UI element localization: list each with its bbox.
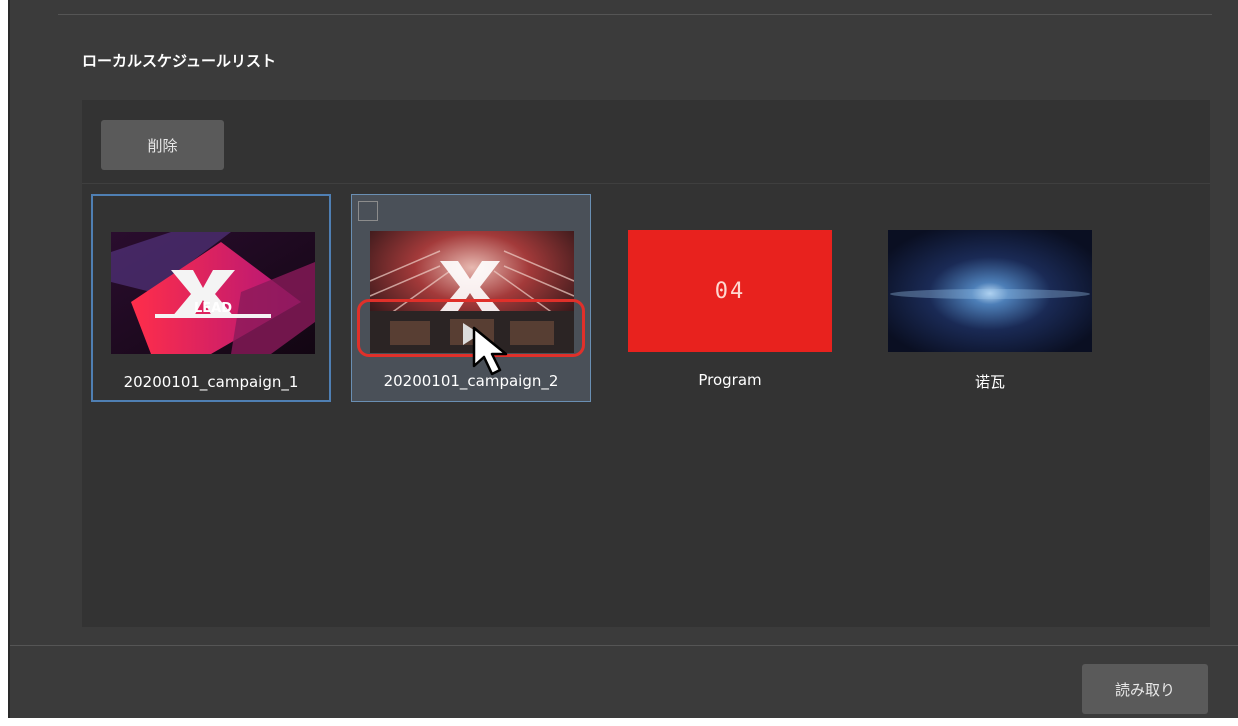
- bottom-divider: [10, 645, 1238, 646]
- program-number: 04: [714, 278, 746, 304]
- mouse-cursor-icon: [472, 326, 508, 376]
- item-name: Program: [698, 371, 762, 389]
- read-button[interactable]: 読み取り: [1082, 664, 1208, 714]
- window-left-edge: [0, 0, 8, 726]
- item-checkbox[interactable]: [358, 201, 378, 221]
- thumbnail-program: 04: [628, 230, 832, 352]
- section-title: ローカルスケジュールリスト: [82, 52, 276, 70]
- thumbnail-nova: [888, 230, 1092, 352]
- schedule-item-4[interactable]: 诺瓦: [870, 194, 1110, 402]
- thumbnail-image: LEAD: [111, 232, 315, 354]
- thumbnail-campaign-1: LEAD: [111, 232, 315, 354]
- top-divider: [58, 14, 1212, 15]
- list-toolbar-divider: [82, 183, 1210, 184]
- delete-button[interactable]: 削除: [101, 120, 224, 170]
- thumbnail-image: [888, 230, 1092, 352]
- schedule-item-1[interactable]: LEAD 20200101_campaign_1: [91, 194, 331, 402]
- item-name: 诺瓦: [974, 373, 1005, 391]
- thumbnail-brand-text: LEAD: [194, 301, 232, 316]
- window-bottom-edge: [0, 718, 1238, 726]
- schedule-item-3[interactable]: 04 Program: [610, 194, 850, 402]
- app-window: ローカルスケジュールリスト 削除 LEAD 20200101_campaign_…: [0, 0, 1238, 726]
- item-name: 20200101_campaign_1: [123, 373, 299, 391]
